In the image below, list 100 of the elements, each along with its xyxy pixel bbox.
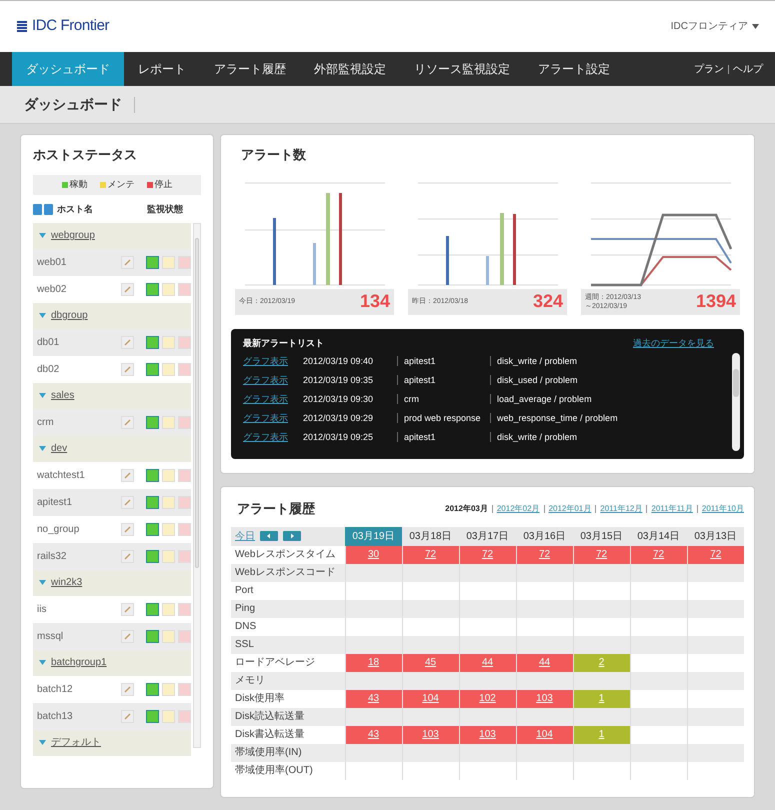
month-link[interactable]: 2012年03月: [445, 502, 488, 515]
date-header[interactable]: 03月17日: [459, 526, 516, 546]
alert-count-cell[interactable]: 1: [573, 726, 630, 744]
alert-time: 2012/03/19 09:35: [303, 375, 374, 386]
header-link[interactable]: プラン: [694, 62, 724, 76]
group-link[interactable]: dbgroup: [51, 308, 88, 323]
group-link[interactable]: win2k3: [51, 575, 82, 590]
edit-icon[interactable]: [121, 468, 134, 482]
host-name: iis: [37, 602, 48, 616]
alert-count-cell[interactable]: 72: [687, 546, 744, 564]
host-name: prod web response: [404, 413, 482, 424]
expanded-icon[interactable]: [39, 233, 46, 238]
group-link[interactable]: デフォルト: [51, 735, 101, 750]
alert-count-cell[interactable]: 45: [402, 654, 459, 672]
alert-count-cell[interactable]: 44: [459, 654, 516, 672]
expanded-icon[interactable]: [39, 313, 46, 318]
alert-time: 2012/03/19 09:25: [303, 432, 374, 443]
logo-icon: [16, 20, 28, 34]
edit-icon[interactable]: [121, 550, 134, 562]
alert-count-cell[interactable]: 2: [573, 654, 630, 672]
expanded-icon[interactable]: [39, 580, 46, 585]
edit-icon[interactable]: [121, 710, 134, 722]
expanded-icon[interactable]: [39, 446, 46, 451]
alert-count-cell[interactable]: 103: [402, 726, 459, 744]
user-menu[interactable]: IDCフロンティア: [670, 19, 759, 34]
alert-time: 2012/03/19 09:40: [303, 356, 374, 367]
month-link[interactable]: 2012年02月: [496, 502, 540, 515]
nav-tab[interactable]: 外部監視設定: [300, 52, 400, 86]
date-header[interactable]: 03月15日: [573, 526, 630, 546]
date-header[interactable]: 03月16日: [516, 526, 573, 546]
alert-count-cell[interactable]: 72: [459, 546, 516, 564]
today-link[interactable]: 今日: [235, 528, 255, 544]
host-name: apitest1: [37, 496, 74, 510]
past-data-link[interactable]: 過去のデータを見る: [633, 336, 714, 350]
header-link[interactable]: ヘルプ: [733, 62, 763, 76]
alert-count-cell[interactable]: 103: [516, 690, 573, 708]
alert-count: 134: [360, 290, 390, 313]
alert-count-cell[interactable]: 72: [402, 546, 459, 564]
edit-icon[interactable]: [121, 522, 134, 536]
nav-tab[interactable]: レポート: [124, 52, 200, 86]
edit-icon[interactable]: [121, 682, 134, 696]
group-link[interactable]: dev: [51, 441, 68, 456]
edit-icon[interactable]: [121, 362, 134, 376]
edit-icon[interactable]: [121, 416, 134, 428]
alert-count-cell[interactable]: 44: [516, 654, 573, 672]
edit-icon[interactable]: [121, 496, 134, 508]
edit-icon[interactable]: [121, 256, 134, 268]
metric-label: Webレスポンスコード: [231, 564, 345, 582]
alert-count-cell[interactable]: 103: [459, 726, 516, 744]
alert-count-cell[interactable]: 104: [402, 690, 459, 708]
expanded-icon[interactable]: [39, 660, 46, 665]
alert-count-cell[interactable]: 43: [345, 726, 402, 744]
alert-count-cell[interactable]: 43: [345, 690, 402, 708]
edit-icon[interactable]: [121, 282, 134, 296]
chart-bar: [486, 256, 489, 284]
alert-count-cell[interactable]: 72: [630, 546, 687, 564]
month-link[interactable]: 2011年10月: [702, 502, 744, 515]
alert-count-cell[interactable]: 30: [345, 546, 402, 564]
nav-tab[interactable]: アラート設定: [524, 52, 624, 86]
group-link[interactable]: sales: [51, 388, 74, 403]
date-header[interactable]: 03月18日: [402, 526, 459, 546]
alert-count-cell[interactable]: 102: [459, 690, 516, 708]
graph-link[interactable]: グラフ表示: [243, 394, 303, 405]
nav-tab[interactable]: ダッシュボード: [12, 52, 124, 86]
previous-icon[interactable]: [260, 531, 278, 541]
alert-count-cell[interactable]: 1: [573, 690, 630, 708]
chart-bar: [500, 212, 504, 284]
graph-link[interactable]: グラフ表示: [243, 413, 303, 424]
expanded-icon[interactable]: [39, 393, 46, 398]
alert-count-cell[interactable]: 104: [516, 726, 573, 744]
next-icon[interactable]: [283, 531, 301, 541]
alert-count-cell[interactable]: 72: [516, 546, 573, 564]
metric-label: メモリ: [231, 672, 345, 690]
metric-label: 帯域使用率(IN): [231, 744, 345, 762]
nav-tab[interactable]: リソース監視設定: [400, 52, 524, 86]
edit-icon[interactable]: [121, 630, 134, 642]
date-header[interactable]: 03月19日: [345, 526, 402, 546]
edit-icon[interactable]: [121, 602, 134, 616]
alert-count-cell[interactable]: 72: [573, 546, 630, 564]
host-name: mssql: [37, 630, 64, 644]
graph-link[interactable]: グラフ表示: [243, 375, 303, 386]
expanded-icon[interactable]: [39, 740, 46, 745]
edit-icon[interactable]: [121, 336, 134, 348]
month-link[interactable]: 2011年12月: [600, 502, 642, 515]
month-link[interactable]: 2012年01月: [548, 502, 592, 515]
nav-tab[interactable]: アラート履歴: [200, 52, 300, 86]
graph-link[interactable]: グラフ表示: [243, 356, 303, 367]
month-link[interactable]: 2011年11月: [651, 502, 693, 515]
graph-link[interactable]: グラフ表示: [243, 432, 303, 443]
group-link[interactable]: webgroup: [51, 228, 95, 243]
date-header[interactable]: 03月13日: [687, 526, 744, 546]
scrollbar[interactable]: [732, 352, 740, 450]
panel-title: アラート数: [241, 146, 307, 164]
sort-icon[interactable]: [33, 204, 53, 215]
date-header[interactable]: 03月14日: [630, 526, 687, 546]
alert-count-cell[interactable]: 18: [345, 654, 402, 672]
column-header: 監視状態: [147, 202, 183, 216]
host-name: db02: [37, 362, 60, 376]
logo[interactable]: IDC Frontier: [32, 15, 110, 38]
scrollbar[interactable]: [193, 222, 201, 748]
